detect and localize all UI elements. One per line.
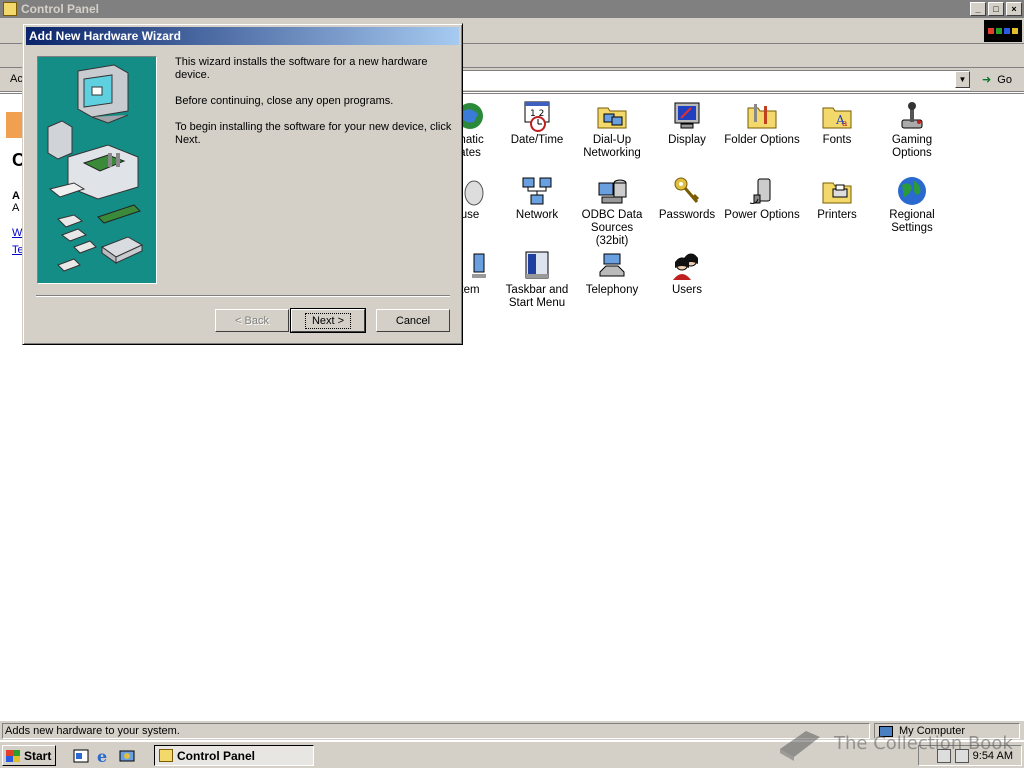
panel-banner-icon xyxy=(6,112,22,138)
cp-printers[interactable]: Printers xyxy=(799,175,875,222)
cp-label-line1: Printers xyxy=(817,209,857,221)
next-label: Next > xyxy=(304,312,352,329)
cp-label-line2: Settings xyxy=(891,222,933,234)
show-desktop-icon[interactable] xyxy=(72,747,90,765)
minimize-button[interactable]: _ xyxy=(970,2,986,16)
display-monitor-icon xyxy=(674,102,700,129)
dialog-separator xyxy=(36,295,450,297)
window-titlebar[interactable]: Control Panel _ □ × xyxy=(0,0,1024,18)
cp-label-line2: Options xyxy=(892,147,932,159)
cp-telephony[interactable]: Telephony xyxy=(574,250,650,297)
cp-users[interactable]: Users xyxy=(649,250,725,297)
back-button[interactable]: < Back xyxy=(215,309,289,332)
cp-label-line1: Users xyxy=(671,284,703,296)
control-panel-icon xyxy=(3,2,17,16)
panel-heading-fragment: A xyxy=(12,190,20,202)
cp-display[interactable]: Display xyxy=(649,100,725,147)
cp-label-line1: Telephony xyxy=(585,284,639,296)
panel-desc-fragment: A xyxy=(12,202,20,214)
close-button[interactable]: × xyxy=(1006,2,1022,16)
dialog-instruction-text: To begin installing the software for you… xyxy=(175,121,452,146)
cp-label-line1: Taskbar and xyxy=(505,284,569,296)
calendar-clock-icon: 1 2 xyxy=(524,101,550,132)
go-arrow-icon: ➜ xyxy=(982,74,992,86)
folder-options-icon xyxy=(747,104,777,129)
svg-text:e: e xyxy=(97,747,107,765)
svg-text:a: a xyxy=(842,119,848,129)
odbc-icon xyxy=(598,179,627,204)
telephone-icon xyxy=(599,253,625,277)
window-title: Control Panel xyxy=(21,2,100,16)
add-new-hardware-dialog: Add New Hardware Wizard This wizard inst… xyxy=(22,23,463,345)
fonts-folder-icon: Aa xyxy=(822,107,852,129)
windows-logo-icon xyxy=(984,20,1022,42)
go-label: Go xyxy=(997,74,1012,86)
cp-passwords[interactable]: Passwords xyxy=(649,175,725,222)
network-icon xyxy=(522,177,552,205)
cp-label-line1: Gaming xyxy=(891,134,933,146)
watermark-text: The Collection Book xyxy=(834,732,1013,754)
cp-label-line1: Passwords xyxy=(658,209,716,221)
cp-label-line1: Fonts xyxy=(822,134,852,146)
cp-dial-up-networking[interactable]: Dial-Up Networking xyxy=(574,100,650,160)
cp-label-line1: Power Options xyxy=(724,209,800,221)
book-icon xyxy=(780,731,820,761)
cp-fonts[interactable]: Aa Fonts xyxy=(799,100,875,147)
cancel-button[interactable]: Cancel xyxy=(376,309,450,332)
cp-label-line2: Start Menu xyxy=(508,297,566,309)
cp-label-line1: Date/Time xyxy=(510,134,564,146)
cp-label-line1: Regional xyxy=(889,209,935,221)
dial-up-folder-icon xyxy=(597,107,627,129)
internet-explorer-icon[interactable]: e xyxy=(95,747,113,765)
printers-folder-icon xyxy=(822,182,852,204)
task-label: Control Panel xyxy=(177,748,256,763)
cp-taskbar-start-menu[interactable]: Taskbar and Start Menu xyxy=(499,250,575,310)
cp-regional-settings[interactable]: Regional Settings xyxy=(874,175,950,235)
cp-date-time[interactable]: 1 2 Date/Time xyxy=(499,100,575,147)
control-panel-icon xyxy=(159,749,173,762)
panel-link-1[interactable]: W xyxy=(12,227,22,239)
cp-label-line1: Network xyxy=(515,209,559,221)
cancel-label: Cancel xyxy=(395,314,431,327)
cp-label-line2: Networking xyxy=(583,147,641,159)
cp-label-line1: Folder Options xyxy=(724,134,800,146)
address-dropdown-button[interactable]: ▼ xyxy=(955,71,970,88)
users-icon xyxy=(673,253,698,280)
dialog-title[interactable]: Add New Hardware Wizard xyxy=(26,27,459,45)
address-input[interactable] xyxy=(462,70,970,90)
cp-odbc-data-sources[interactable]: ODBC Data Sources (32bit) xyxy=(574,175,650,248)
watermark: The Collection Book xyxy=(776,720,1013,766)
keys-icon xyxy=(674,177,700,203)
cp-label-line1: Display xyxy=(668,134,706,146)
start-label: Start xyxy=(24,748,52,763)
cp-label-line1: Dial-Up xyxy=(592,134,632,146)
start-button[interactable]: Start xyxy=(2,745,56,766)
status-text: Adds new hardware to your system. xyxy=(2,723,870,739)
hardware-illustration-icon xyxy=(47,64,144,272)
cp-gaming-options[interactable]: Gaming Options xyxy=(874,100,950,160)
maximize-button[interactable]: □ xyxy=(988,2,1004,16)
cp-label-line1: ODBC Data xyxy=(581,209,643,221)
windows-flag-icon xyxy=(6,749,20,762)
cp-label-line2: Sources (32bit) xyxy=(590,222,634,247)
dialog-warning-text: Before continuing, close any open progra… xyxy=(175,95,394,107)
cp-folder-options[interactable]: Folder Options xyxy=(724,100,800,147)
taskbar-icon xyxy=(525,251,549,279)
next-button[interactable]: Next > xyxy=(290,308,366,333)
joystick-icon xyxy=(901,102,923,129)
back-label: < Back xyxy=(235,314,269,327)
cp-network[interactable]: Network xyxy=(499,175,575,222)
power-plug-icon xyxy=(749,178,771,204)
channels-icon[interactable] xyxy=(118,747,136,765)
taskbar-control-panel-button[interactable]: Control Panel xyxy=(154,745,314,766)
go-button[interactable]: ➜ Go xyxy=(978,71,1016,89)
cp-power-options[interactable]: Power Options xyxy=(724,175,800,222)
wizard-illustration xyxy=(37,56,157,284)
globe-icon xyxy=(898,177,926,205)
address-label: Ac xyxy=(10,73,23,85)
dialog-intro-text: This wizard installs the software for a … xyxy=(175,56,428,81)
window-buttons: _ □ × xyxy=(968,2,1022,16)
